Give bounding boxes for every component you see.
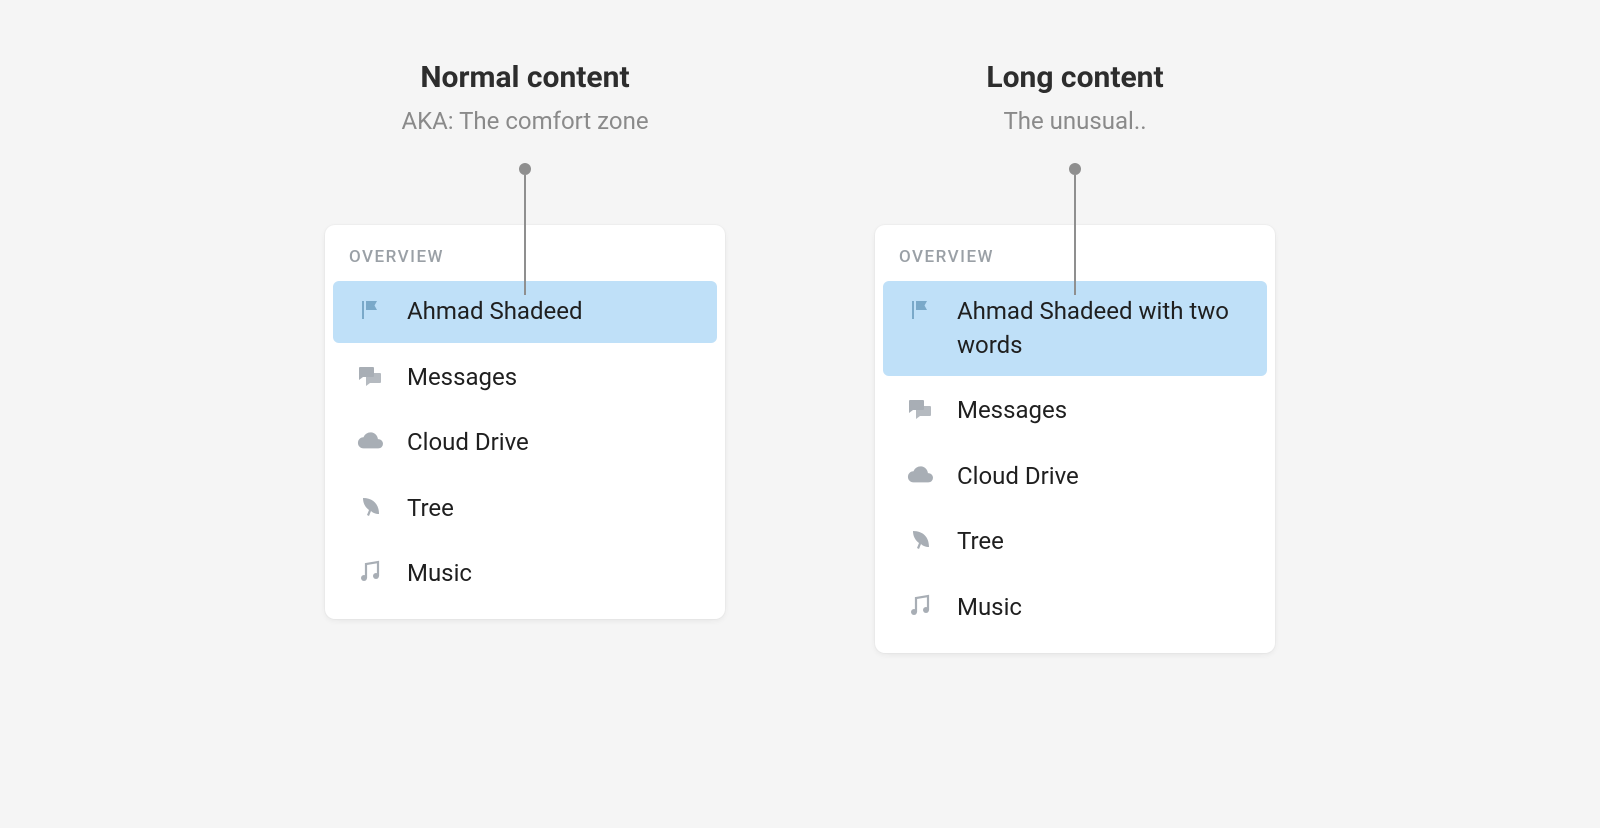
nav-item-label: Ahmad Shadeed with two words — [957, 295, 1243, 362]
messages-icon — [907, 396, 933, 422]
nav-item-label: Messages — [407, 361, 517, 395]
nav-item-label: Music — [407, 557, 472, 591]
column-title: Normal content — [420, 60, 629, 95]
nav-item-label: Ahmad Shadeed — [407, 295, 583, 329]
leaf-icon — [357, 494, 383, 520]
connector — [519, 163, 531, 295]
nav-item-cloud-drive[interactable]: Cloud Drive — [883, 446, 1267, 508]
nav-item-label: Music — [957, 591, 1022, 625]
messages-icon — [357, 363, 383, 389]
connector-dot-icon — [1069, 163, 1081, 175]
connector-dot-icon — [519, 163, 531, 175]
column-subtitle: The unusual.. — [1003, 107, 1146, 135]
example-column-long: Long content The unusual.. OVERVIEW Ahma… — [875, 60, 1275, 653]
leaf-icon — [907, 527, 933, 553]
column-title: Long content — [986, 60, 1163, 95]
nav-item-label: Tree — [957, 525, 1004, 559]
connector — [1069, 163, 1081, 295]
nav-item-profile[interactable]: Ahmad Shadeed with two words — [883, 281, 1267, 376]
connector-line — [1074, 175, 1076, 295]
nav-item-cloud-drive[interactable]: Cloud Drive — [333, 412, 717, 474]
nav-item-tree[interactable]: Tree — [333, 478, 717, 540]
flag-icon — [357, 297, 383, 323]
nav-item-label: Cloud Drive — [957, 460, 1079, 494]
music-icon — [357, 559, 383, 585]
nav-item-label: Cloud Drive — [407, 426, 529, 460]
nav-item-music[interactable]: Music — [883, 577, 1267, 639]
music-icon — [907, 593, 933, 619]
nav-item-label: Tree — [407, 492, 454, 526]
flag-icon — [907, 297, 933, 323]
example-column-normal: Normal content AKA: The comfort zone OVE… — [325, 60, 725, 619]
nav-item-tree[interactable]: Tree — [883, 511, 1267, 573]
cloud-icon — [357, 428, 383, 454]
nav-item-label: Messages — [957, 394, 1067, 428]
nav-item-messages[interactable]: Messages — [333, 347, 717, 409]
nav-item-music[interactable]: Music — [333, 543, 717, 605]
nav-item-messages[interactable]: Messages — [883, 380, 1267, 442]
connector-line — [524, 175, 526, 295]
column-subtitle: AKA: The comfort zone — [401, 107, 648, 135]
cloud-icon — [907, 462, 933, 488]
